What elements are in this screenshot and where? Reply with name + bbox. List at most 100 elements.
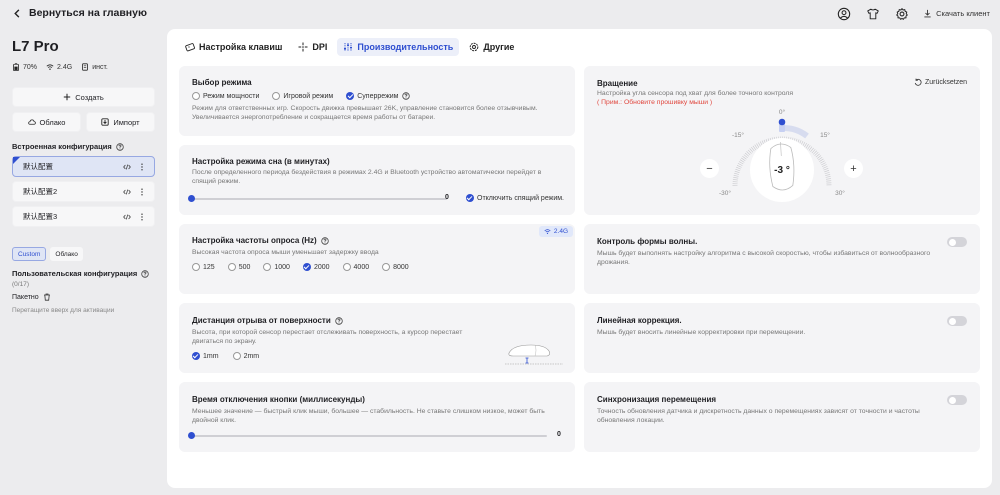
download-client-button[interactable]: Скачать клиент [923,9,990,18]
user-config-title: Пользовательская конфигурация [12,269,155,278]
tab-key-settings[interactable]: Настройка клавиш [179,38,288,56]
help-icon[interactable] [320,236,329,245]
polling-option-125[interactable]: 125 [192,263,215,271]
import-button[interactable]: Импорт [86,112,155,132]
back-to-home-button[interactable]: Вернуться на главную [12,7,147,19]
lod-description: Высота, при которой сенсор перестает отс… [192,329,463,346]
lod-title-text: Дистанция отрыва от поверхности [192,316,331,325]
reset-rotation-button[interactable]: Zurücksetzen [914,78,967,86]
radio-dot [232,352,241,360]
waveform-description: Мышь будет выполнять настройку алгоритма… [597,250,931,267]
help-icon[interactable] [116,142,124,151]
debounce-slider-knob[interactable] [188,432,195,439]
rotation-dial[interactable]: 0° 15° -15° 30° -30° -3 ° [712,106,852,216]
more-vertical-icon[interactable] [138,163,146,171]
tab-performance[interactable]: Производительность [337,38,460,56]
plus-icon [64,93,71,101]
polling-option-1000[interactable]: 1000 [263,263,290,271]
config-item-3[interactable]: 默认配置3 [12,206,155,227]
badge-label: 2.4G [553,228,568,235]
mode-title: Выбор режима [192,78,252,87]
mode-option-super[interactable]: Суперрежим [346,92,410,100]
drag-hint: Перетащите вверх для активации [12,307,115,314]
tab-cloud[interactable]: Облако [50,247,83,261]
radio-label: 2000 [313,263,330,271]
tab-dpi[interactable]: DPI [292,38,333,56]
motion-sync-card: Синхронизация перемещения Точность обнов… [584,382,980,452]
batch-button[interactable]: Пакетно [12,293,155,301]
config-item-1[interactable]: 默认配置 [12,156,155,177]
sleep-slider[interactable] [191,198,447,200]
settings-gear-icon[interactable] [894,6,909,21]
user-config-count: (0/17) [12,281,29,288]
radio-label: Суперрежим [357,92,399,100]
radio-label: Режим мощности [203,92,260,100]
tab-custom[interactable]: Custom [12,247,47,261]
sidebar: L7 Pro 70% 2.4G инст. Создать Облако Имп… [12,38,155,314]
cloud-icon [27,119,36,125]
help-icon[interactable] [335,316,343,325]
help-icon[interactable] [141,269,149,278]
shirt-icon[interactable] [865,6,880,21]
code-icon[interactable] [123,188,131,196]
lod-option-2mm[interactable]: 2mm [232,352,259,360]
config-source-tabs: Custom Облако [12,247,155,261]
create-label: Создать [75,92,104,102]
reset-icon [914,78,922,86]
radio-label: 500 [238,263,251,271]
linear-card: Линейная коррекция. Мышь будет вносить л… [584,303,980,373]
rotation-description: Настройка угла сенсора под хват для боле… [597,90,794,97]
user-icon[interactable] [836,6,851,21]
gear-icon [470,42,479,52]
polling-description: Высокая частота опроса мыши уменьшает за… [192,249,379,256]
disable-sleep-checkbox[interactable]: Отключить спящий режим. [466,194,564,202]
debounce-title: Время отключения кнопки (миллисекунды) [192,395,365,404]
debounce-description: Меньшее значение — быстрый клик мыши, бо… [192,408,545,425]
create-config-button[interactable]: Создать [12,87,155,107]
battery-status: 70% [12,63,37,71]
radio-label: 8000 [393,263,409,271]
rotation-card: Вращение Zurücksetzen Настройка угла сен… [584,66,980,215]
help-icon[interactable] [401,92,410,100]
more-vertical-icon[interactable] [138,188,146,196]
config-item-2[interactable]: 默认配置2 [12,181,155,202]
tab-label: Настройка клавиш [199,42,283,52]
import-icon [101,118,110,126]
polling-option-8000[interactable]: 8000 [382,263,409,271]
download-icon [924,9,931,18]
linear-toggle[interactable] [947,316,967,326]
polling-option-4000[interactable]: 4000 [342,263,369,271]
main-tabs: Настройка клавиш DPI Производительность … [179,38,520,56]
tab-label: Производительность [357,42,454,52]
download-label: Скачать клиент [936,9,990,18]
battery-value: 70% [23,63,38,71]
wifi-icon [46,64,54,70]
motion-sync-toggle[interactable] [947,395,967,405]
sleep-slider-knob[interactable] [188,195,195,202]
rotation-warning: ( Прим.: Обновите прошивку мыши ) [597,99,713,106]
debounce-value: 0 [557,431,561,438]
mode-option-game[interactable]: Игровой режим [272,92,333,100]
radio-dot [342,263,351,271]
radio-label: 1mm [203,352,219,360]
sleep-title: Настройка режима сна (в минутах) [192,157,330,166]
crosshair-icon [298,42,308,52]
more-vertical-icon[interactable] [138,213,146,221]
code-icon[interactable] [123,163,131,171]
lod-option-1mm[interactable]: 1mm [192,352,219,360]
builtin-config-title-text: Встроенная конфигурация [12,142,112,151]
device-name: L7 Pro [12,38,59,55]
import-label: Импорт [113,117,140,127]
debounce-slider[interactable] [191,435,547,437]
polling-option-2000[interactable]: 2000 [302,263,330,271]
code-icon[interactable] [123,213,131,221]
connection-value: 2.4G [57,63,73,71]
mode-option-power[interactable]: Режим мощности [192,92,259,100]
waveform-toggle[interactable] [947,237,967,247]
tab-other[interactable]: Другие [463,38,520,56]
polling-option-500[interactable]: 500 [227,263,251,271]
radio-dot [382,263,391,271]
polling-title: Настройка частоты опроса (Hz) [192,236,329,245]
user-config-title-text: Пользовательская конфигурация [12,269,138,278]
cloud-button[interactable]: Облако [12,112,81,132]
